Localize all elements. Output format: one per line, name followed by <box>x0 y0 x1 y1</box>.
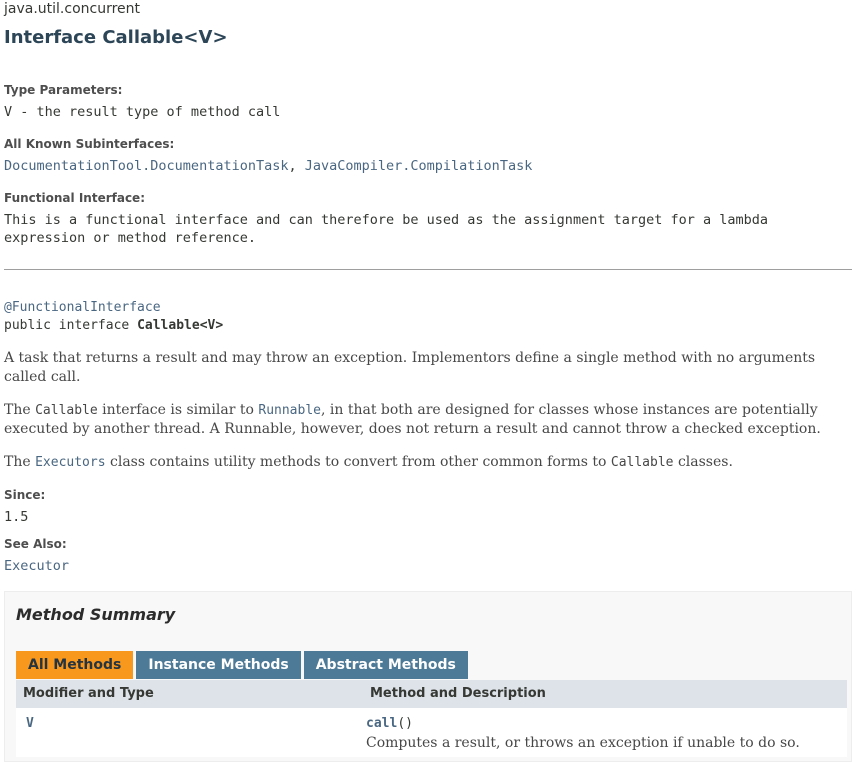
tab-instance-methods[interactable]: Instance Methods <box>136 651 301 679</box>
page-title: Interface Callable<V> <box>4 27 228 48</box>
annotation: @FunctionalInterface <box>4 299 852 317</box>
see-also: See Also: Executor <box>4 536 852 575</box>
type-parameters: Type Parameters: V - the result type of … <box>4 82 852 121</box>
functional-interface: Functional Interface: This is a function… <box>4 190 852 247</box>
column-method-description: Method and Description <box>370 686 546 701</box>
type-parameters-value: V - the result type of method call <box>4 104 281 120</box>
method-description: Computes a result, or throws an exceptio… <box>366 735 800 751</box>
table-row: V call() Computes a result, or throws an… <box>16 708 847 757</box>
see-also-label: See Also: <box>4 537 67 551</box>
see-also-value: Executor <box>4 557 852 575</box>
text: The <box>4 402 36 418</box>
description-p1: A task that returns a result and may thr… <box>4 350 816 385</box>
subinterfaces-label: All Known Subinterfaces: <box>4 137 175 151</box>
code: Callable <box>35 403 98 418</box>
signature-name: Callable <box>137 318 200 333</box>
subinterface-link[interactable]: DocumentationTool.DocumentationTask <box>4 158 288 174</box>
subinterface-link[interactable]: JavaCompiler.CompilationTask <box>305 158 533 174</box>
signature: public interface Callable<V> <box>4 317 852 335</box>
tab-abstract-methods[interactable]: Abstract Methods <box>303 651 468 679</box>
table-header: Modifier and Type Method and Description <box>16 680 847 708</box>
text: class contains utility methods to conver… <box>105 454 611 470</box>
description-p2-line2: cannot throw a checked exception. <box>572 421 821 437</box>
signature-suffix: <V> <box>199 318 224 333</box>
subinterfaces-list: DocumentationTool.DocumentationTask, Jav… <box>4 157 852 175</box>
signature-prefix: public interface <box>4 318 138 333</box>
runnable-link[interactable]: Runnable <box>258 403 321 418</box>
functional-interface-value: This is a functional interface and can t… <box>4 212 769 246</box>
since: Since: 1.5 <box>4 487 852 526</box>
since-value: 1.5 <box>4 509 29 525</box>
separator: , <box>288 158 305 174</box>
type-parameters-label: Type Parameters: <box>4 83 123 97</box>
divider <box>4 269 852 270</box>
description-p3: The Executors class contains utility met… <box>4 453 852 472</box>
method-tabs: All Methods Instance Methods Abstract Me… <box>16 651 847 679</box>
text: interface is similar to <box>97 402 259 418</box>
text: classes. <box>673 454 733 470</box>
executors-link[interactable]: Executors <box>35 455 105 470</box>
tab-all-methods[interactable]: All Methods <box>16 651 134 679</box>
return-type: V <box>26 716 34 731</box>
functional-interface-link[interactable]: @FunctionalInterface <box>4 300 161 315</box>
executor-link[interactable]: Executor <box>4 558 69 574</box>
code: Callable <box>610 455 674 470</box>
method-cell: call() Computes a result, or throws an e… <box>363 716 847 753</box>
text: The <box>4 454 36 470</box>
method-summary-section: Method Summary All Methods Instance Meth… <box>4 591 852 762</box>
since-label: Since: <box>4 488 46 502</box>
functional-interface-label: Functional Interface: <box>4 191 145 205</box>
column-modifier-type: Modifier and Type <box>23 686 154 701</box>
package-label: java.util.concurrent <box>4 1 141 17</box>
method-summary-title: Method Summary <box>16 605 176 624</box>
description-p2: The Callable interface is similar to Run… <box>4 401 852 439</box>
subinterfaces: All Known Subinterfaces: DocumentationTo… <box>4 136 852 175</box>
